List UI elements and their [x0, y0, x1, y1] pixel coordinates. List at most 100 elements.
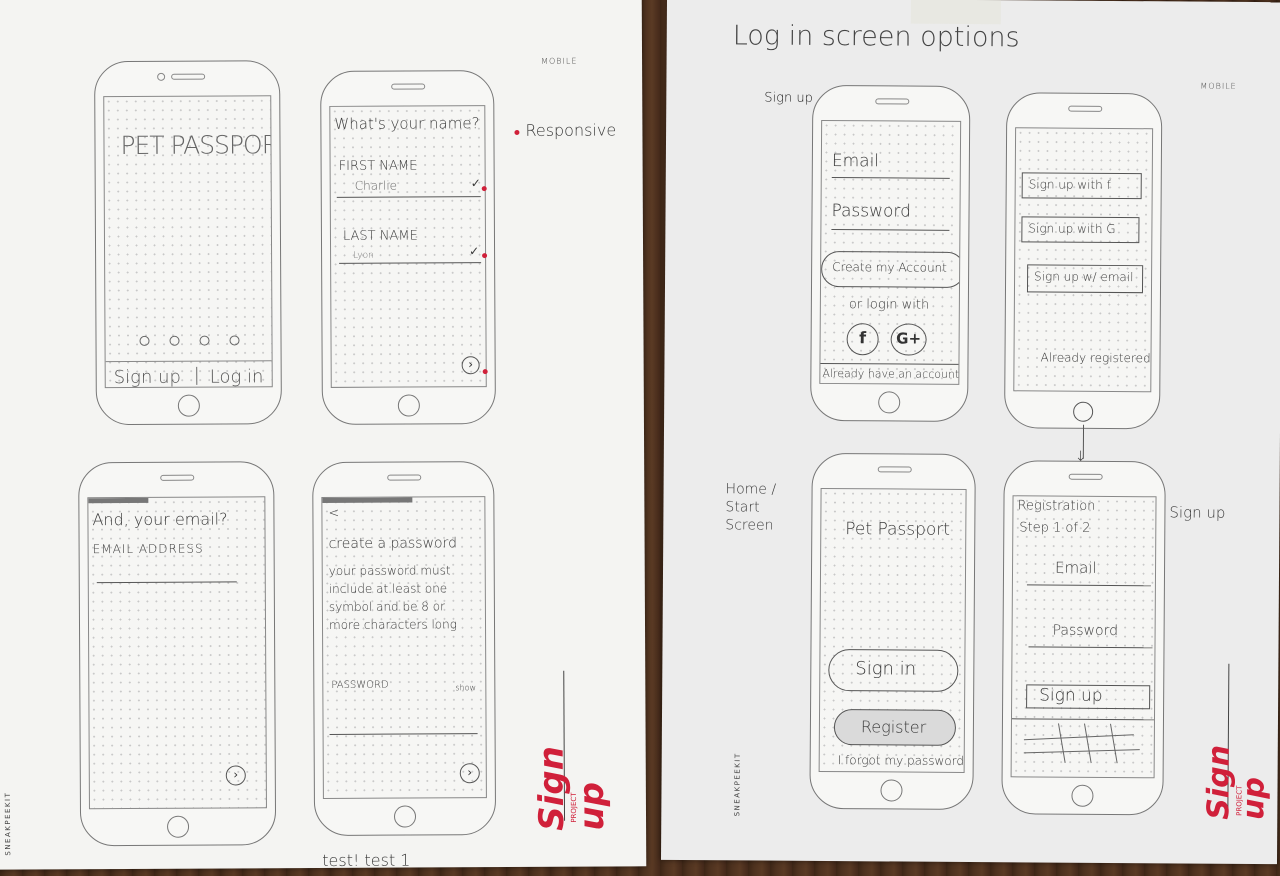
last-name-input[interactable]: Lyon [353, 251, 374, 261]
phone-social-signup: Sign up with f Sign up with G Sign up w/… [1004, 92, 1163, 430]
password-field[interactable]: Password [831, 201, 911, 222]
registration-title: Registration [1017, 498, 1096, 514]
email-signup-button[interactable]: Sign up w/ email [1026, 264, 1144, 294]
next-button[interactable]: › [225, 765, 246, 786]
home-button-icon [878, 391, 901, 414]
password-input-underline[interactable] [329, 733, 478, 735]
forgot-password-link[interactable]: I forgot my password [838, 753, 964, 768]
speaker-icon [875, 98, 910, 105]
signin-label: Sign in [855, 658, 917, 680]
annotation-signup-top: Sign up [764, 90, 813, 106]
keyboard-sketch [1057, 723, 1066, 763]
register-button[interactable]: Register [833, 709, 957, 746]
app-title: PET PASSPORT [120, 130, 273, 161]
annotation-dot [482, 253, 488, 259]
registration-screen: Registration Step 1 of 2 Email Password … [1010, 495, 1157, 779]
first-name-underline [336, 196, 481, 198]
email-label: EMAIL ADDRESS [92, 541, 204, 557]
email-question: And, your email? [92, 509, 228, 530]
signin-button[interactable]: Sign in [828, 649, 959, 692]
register-label: Register [860, 717, 927, 737]
next-button[interactable]: › [459, 763, 480, 784]
keyboard-sketch [1023, 734, 1134, 741]
create-account-label: Create my Account [832, 260, 947, 275]
facebook-login-icon[interactable]: f [846, 323, 879, 356]
annotation-dot [482, 369, 488, 375]
registration-signup-label: Sign up [1039, 685, 1103, 706]
keyboard-divider [1011, 718, 1154, 721]
registration-email-underline [1026, 584, 1151, 587]
email-field[interactable]: Email [832, 151, 879, 171]
or-login-text: or login with [848, 297, 930, 313]
right-sketch-sheet: Log in screen options MOBILE Sign up Ema… [660, 0, 1280, 865]
speaker-icon [387, 474, 422, 481]
phone-splash: PET PASSPORT Sign up | Log in [94, 60, 282, 426]
page-dot [229, 335, 240, 346]
last-name-underline [339, 262, 482, 264]
home-app-title: Pet Passport [845, 519, 951, 540]
home-screen: Pet Passport Sign in Register I forgot m… [818, 487, 967, 773]
annotation-dot [514, 129, 520, 135]
speaker-icon [391, 83, 426, 90]
tab-bar-divider [105, 360, 272, 363]
last-name-label: LAST NAME [342, 228, 418, 244]
project-label: PROJECT [1235, 785, 1244, 816]
google-signup-button[interactable]: Sign up with G [1021, 216, 1140, 244]
speaker-icon [1068, 473, 1103, 480]
registration-email-field[interactable]: Email [1055, 559, 1097, 577]
home-button-icon [397, 394, 420, 417]
create-account-button[interactable]: Create my Account [821, 250, 962, 288]
social-signup-screen: Sign up with f Sign up with G Sign up w/… [1013, 127, 1154, 393]
facebook-signup-label: Sign up with f [1028, 177, 1111, 192]
registration-signup-button[interactable]: Sign up [1026, 684, 1151, 710]
next-button[interactable]: › [461, 356, 480, 375]
signup-tab[interactable]: Sign up [114, 367, 181, 388]
password-hint: your password must include at least one … [328, 563, 457, 632]
camera-icon [157, 72, 166, 81]
annotation-home-start: Home / Start Screen [725, 481, 777, 534]
already-account-link[interactable]: Already have an account [822, 367, 959, 381]
annotation-signup-right: Sign up [1169, 503, 1226, 522]
phone-email: And, your email? EMAIL ADDRESS › [78, 461, 277, 847]
home-button-icon [880, 779, 903, 802]
login-tab[interactable]: Log in [210, 366, 264, 387]
home-button-icon [393, 805, 417, 828]
email-underline [831, 177, 950, 179]
progress-bar [322, 497, 413, 503]
footer-note: test! test 1 [322, 850, 411, 870]
phone-home: Pet Passport Sign in Register I forgot m… [809, 452, 976, 811]
speaker-icon [171, 73, 206, 80]
first-name-input[interactable]: Charlie [355, 179, 397, 193]
back-button[interactable]: < [328, 506, 339, 521]
google-signup-label: Sign up with G [1028, 221, 1116, 236]
speaker-icon [160, 474, 195, 481]
keyboard-sketch [1083, 723, 1092, 764]
email-screen: And, your email? EMAIL ADDRESS › [87, 496, 267, 810]
home-button-icon [167, 815, 190, 838]
facebook-signup-button[interactable]: Sign up with f [1021, 172, 1142, 200]
vertical-brand: SNEAKPEEKIT [3, 791, 13, 856]
registration-step: Step 1 of 2 [1019, 520, 1091, 536]
password-screen: < create a password your password must i… [321, 496, 487, 799]
check-icon: ✓ [470, 176, 481, 191]
speaker-icon [877, 466, 912, 473]
tape [910, 0, 1002, 25]
speaker-icon [1068, 105, 1103, 112]
first-name-label: FIRST NAME [338, 158, 418, 174]
page-dot [169, 335, 180, 346]
progress-bar [88, 497, 149, 504]
page-indicator [139, 330, 259, 350]
already-registered-link[interactable]: Already registered? [1040, 350, 1153, 365]
show-password-toggle[interactable]: show [455, 683, 476, 692]
right-brand-label: MOBILE [1200, 81, 1237, 91]
password-title: create a password [328, 535, 458, 552]
home-button-icon [1073, 401, 1094, 422]
google-login-icon[interactable]: G+ [890, 323, 927, 356]
footer-divider [820, 362, 959, 365]
annotation-dot [481, 186, 487, 192]
password-underline [831, 229, 950, 231]
login-screen: Email Password Create my Account or logi… [819, 119, 962, 385]
email-input-underline[interactable] [96, 581, 237, 584]
registration-password-field[interactable]: Password [1053, 623, 1119, 639]
project-label: PROJECT [569, 792, 579, 823]
